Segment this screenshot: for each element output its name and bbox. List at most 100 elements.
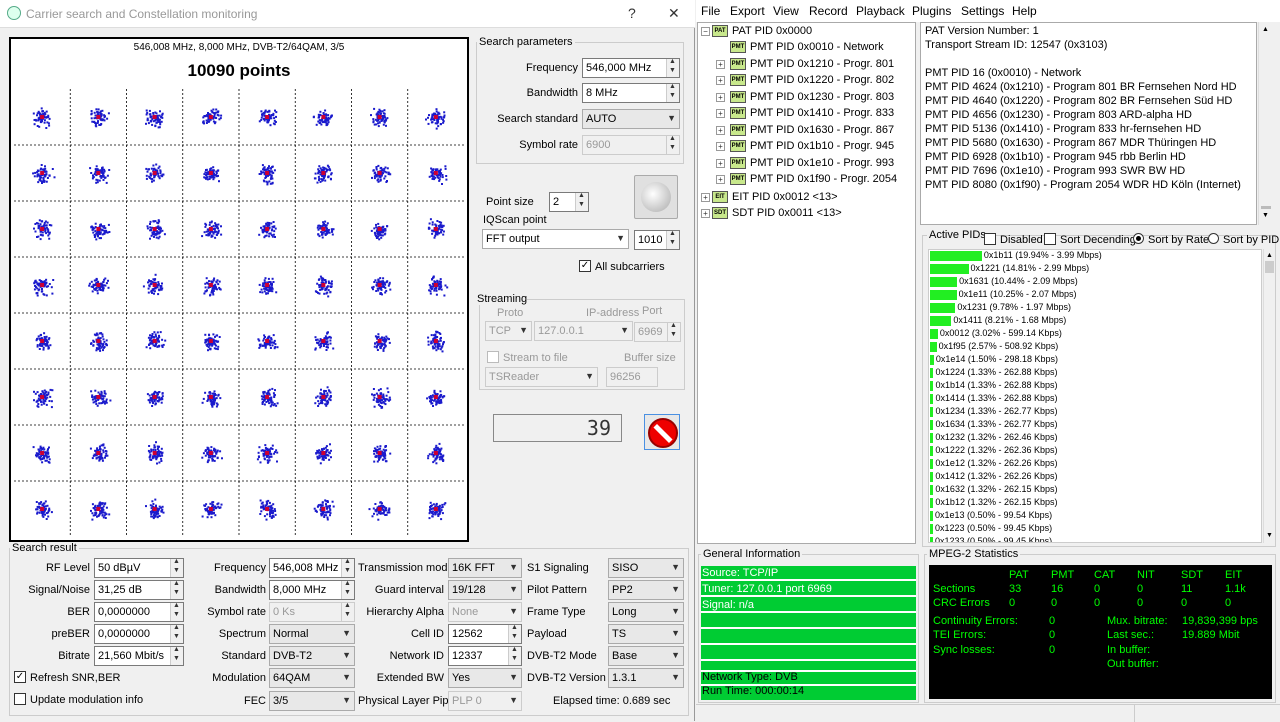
expand-icon[interactable]: + [716,142,725,151]
expand-icon[interactable] [716,43,725,52]
guard-interval-select[interactable]: 19/128 ▼ [448,580,522,600]
stream-to-file-checkbox[interactable] [487,351,499,363]
result-frequency-input[interactable]: 546,008 MHz [269,558,355,578]
collapse-icon[interactable]: − [701,27,710,36]
expand-icon[interactable]: + [716,76,725,85]
tree-item-pmt[interactable]: PMT PID 0x1f90 - Progr. 2054 [750,173,897,185]
tree-item-pat[interactable]: PAT PID 0x0000 [732,25,812,37]
tree-item-sdt[interactable]: SDT PID 0x0011 <13> [732,207,842,219]
s1-signaling-select[interactable]: SISO ▼ [608,558,684,578]
menu-settings[interactable]: Settings [961,4,1004,18]
port-input[interactable]: 6969 [634,322,681,342]
frequency-spinner[interactable] [666,59,679,77]
tree-item-pmt[interactable]: PMT PID 0x1410 - Progr. 833 [750,107,894,119]
plp-select[interactable]: PLP 0 ▼ [448,691,522,711]
cell-id-spinner[interactable] [508,625,521,643]
extended-bw-select[interactable]: Yes ▼ [448,668,522,688]
frequency-input[interactable]: 546,000 MHz [582,58,680,78]
menu-playback[interactable]: Playback [856,4,905,18]
menu-record[interactable]: Record [809,4,848,18]
expand-icon[interactable]: + [716,59,725,69]
tree-item-pmt[interactable]: PMT PID 0x1230 - Progr. 803 [750,91,894,103]
rf-level-spinner[interactable] [170,559,183,577]
fec-select[interactable]: 3/5 ▼ [269,691,355,711]
menu-view[interactable]: View [773,4,799,18]
result-bandwidth-spinner[interactable] [341,581,354,599]
result-frequency-spinner[interactable] [341,559,354,577]
tree-item-pmt[interactable]: PMT PID 0x1b10 - Progr. 945 [750,140,894,152]
expand-icon[interactable]: + [716,125,725,135]
modulation-select[interactable]: 64QAM ▼ [269,668,355,688]
menu-help[interactable]: Help [1012,4,1037,18]
snr-spinner[interactable] [170,581,183,599]
menu-export[interactable]: Export [730,4,765,18]
rf-level-input[interactable]: 50 dBµV [94,558,184,578]
pilot-pattern-select[interactable]: PP2 ▼ [608,580,684,600]
bandwidth-input[interactable]: 8 MHz [582,83,680,103]
t2-version-select[interactable]: 1.3.1 ▼ [608,668,684,688]
tree-item-pmt[interactable]: PMT PID 0x1e10 - Progr. 993 [750,157,894,169]
preber-input[interactable]: 0,0000000 [94,624,184,644]
pids-scrollbar[interactable]: ▲ ▼ [1263,249,1275,543]
bitrate-input[interactable]: 21,560 Mbit/s [94,646,184,666]
point-size-input[interactable]: 2 [549,192,589,212]
port-spinner[interactable] [667,323,680,341]
info-scroll-thumb[interactable] [1261,206,1271,209]
tree-item-pmt[interactable]: PMT PID 0x1220 - Progr. 802 [750,74,894,86]
network-id-spinner[interactable] [508,647,521,665]
ber-spinner[interactable] [170,603,183,621]
close-button[interactable]: ✕ [668,5,680,22]
standard-select[interactable]: DVB-T2 ▼ [269,646,355,666]
tree-item-pmt[interactable]: PMT PID 0x1210 - Progr. 801 [750,58,894,70]
tree-item-eit[interactable]: EIT PID 0x0012 <13> [732,191,838,203]
ip-address-select[interactable]: 127.0.0.1 ▼ [534,321,633,341]
bandwidth-spinner[interactable] [666,84,679,102]
symbol-rate-spinner[interactable] [666,136,679,154]
ber-input[interactable]: 0,0000000 [94,602,184,622]
expand-icon[interactable]: + [716,92,725,102]
expand-icon[interactable]: + [716,158,725,168]
iqscan-number-input[interactable]: 1010 [634,230,680,250]
frame-type-select[interactable]: Long ▼ [608,602,684,622]
sort-desc-checkbox[interactable] [1044,233,1056,245]
network-id-input[interactable]: 12337 [448,646,522,666]
update-modulation-checkbox[interactable] [14,693,26,705]
info-scrollbar[interactable]: ▲ ▼ [1258,22,1272,225]
result-bandwidth-input[interactable]: 8,000 MHz [269,580,355,600]
tx-mode-select[interactable]: 16K FFT ▼ [448,558,522,578]
reader-select[interactable]: TSReader ▼ [485,367,598,387]
buffer-size-input[interactable]: 96256 [606,367,658,387]
point-size-spinner[interactable] [575,193,588,211]
proto-select[interactable]: TCP ▼ [485,321,532,341]
sort-pid-radio[interactable] [1208,233,1219,244]
stop-button[interactable] [644,414,680,450]
all-subcarriers-checkbox[interactable]: ✓ [579,260,591,272]
expand-icon[interactable]: + [701,209,710,218]
hierarchy-select[interactable]: None ▼ [448,602,522,622]
bitrate-spinner[interactable] [170,647,183,665]
result-symbol-rate-input[interactable]: 0 Ks [269,602,355,622]
menu-plugins[interactable]: Plugins [912,4,951,18]
result-symbol-rate-spinner[interactable] [341,603,354,621]
pids-scroll-thumb[interactable] [1265,261,1274,273]
search-standard-select[interactable]: AUTO ▼ [582,109,680,129]
disabled-checkbox[interactable] [984,233,996,245]
expand-icon[interactable]: + [701,193,710,202]
iqscan-spinner[interactable] [666,231,679,249]
cell-id-input[interactable]: 12562 [448,624,522,644]
snr-input[interactable]: 31,25 dB [94,580,184,600]
preber-spinner[interactable] [170,625,183,643]
globe-button[interactable] [634,175,678,219]
tree-item-pmt[interactable]: PMT PID 0x0010 - Network [750,41,884,53]
spectrum-select[interactable]: Normal ▼ [269,624,355,644]
symbol-rate-input[interactable]: 6900 [582,135,680,155]
t2-mode-select[interactable]: Base ▼ [608,646,684,666]
payload-select[interactable]: TS ▼ [608,624,684,644]
expand-icon[interactable]: + [716,109,725,118]
expand-icon[interactable]: + [716,175,725,184]
iqscan-select[interactable]: FFT output ▼ [482,229,629,249]
menu-file[interactable]: File [701,4,720,18]
refresh-snr-checkbox[interactable]: ✓ [14,671,26,683]
tree-item-pmt[interactable]: PMT PID 0x1630 - Progr. 867 [750,124,894,136]
sort-rate-radio[interactable] [1133,233,1144,244]
